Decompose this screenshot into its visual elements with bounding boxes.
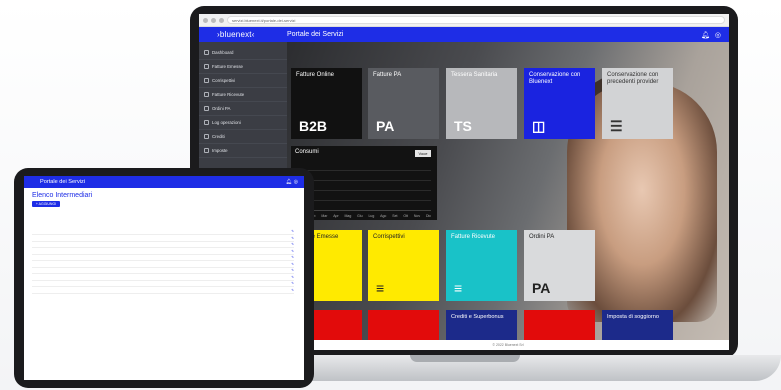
sidebar-item-dashboard[interactable]: Dashboard — [199, 46, 287, 60]
month-label: Mag — [344, 214, 352, 218]
consumi-title: Consumi — [295, 149, 319, 155]
page-title: Portale dei Servizi — [287, 31, 344, 38]
browser-toolbar: servizi.bluenext.it/portale-dei-servizi — [199, 14, 729, 27]
back-icon[interactable] — [203, 17, 208, 23]
document-out-icon: ≡ — [376, 280, 385, 296]
tile-label: Conservazione con Bluenext — [529, 72, 581, 85]
sidebar-item-label: Fatture Emesse — [212, 64, 243, 69]
ts-icon: TS — [454, 118, 472, 134]
inbox-icon — [204, 92, 209, 97]
tile-fatture-online[interactable]: Fatture Online B2B — [291, 68, 362, 139]
sidebar-item-imposte[interactable]: Imposte — [199, 144, 287, 158]
sidebar-item-ordini-pa[interactable]: Ordini PA — [199, 102, 287, 116]
tile-crediti-superbonus[interactable]: Crediti e Superbonus — [446, 310, 517, 340]
tablet-header: Portale dei Servizi 🔔︎ ◎ — [24, 176, 304, 188]
consumi-chart — [297, 162, 431, 211]
sidebar-item-label: Crediti — [212, 134, 225, 139]
month-label: Apr — [333, 214, 339, 218]
dashboard-icon — [204, 50, 209, 55]
footer: © 2022 Bluenext Srl — [287, 340, 729, 350]
document-in-icon: ≡ — [454, 280, 463, 296]
month-label: Set — [392, 214, 398, 218]
month-label: Ago — [380, 214, 387, 218]
intermediari-table: ✎ ✎ ✎ ✎ ✎ ✎ ✎ ✎ ✎ ✎ — [32, 221, 294, 294]
page-description — [24, 207, 304, 217]
tile-row3-b[interactable] — [368, 310, 439, 340]
sidebar-item-label: Imposte — [212, 148, 228, 153]
tile-label: Fatture Ricevute — [451, 234, 496, 240]
tile-label: Fatture Online — [296, 72, 335, 78]
app-header: ›bluenext‹ Portale dei Servizi 🔔︎ ◎ — [199, 27, 729, 42]
tile-fatture-pa[interactable]: Fatture PA PA — [368, 68, 439, 139]
month-label: Nov — [413, 214, 421, 218]
product-showcase: servizi.bluenext.it/portale-dei-servizi … — [0, 0, 781, 390]
tile-fatture-ricevute[interactable]: Fatture Ricevute ≡ — [446, 230, 517, 301]
sidebar-item-label: Log operazioni — [212, 120, 241, 125]
pa-order-icon: PA — [532, 280, 551, 296]
tile-label: Conservazione con precedenti provider — [607, 72, 659, 85]
pa-icon: PA — [376, 118, 395, 134]
month-label: Mar — [321, 214, 328, 218]
sidebar-item-label: Ordini PA — [212, 106, 231, 111]
server-icon: ☰ — [610, 118, 623, 134]
tile-corrispettivi[interactable]: Corrispettivi ≡ — [368, 230, 439, 301]
user-icon[interactable]: ◎ — [715, 31, 721, 39]
tile-conservazione-precedenti[interactable]: Conservazione con precedenti provider ☰ — [602, 68, 673, 139]
tile-ordini-pa[interactable]: Ordini PA PA — [524, 230, 595, 301]
tablet-screen: Portale dei Servizi 🔔︎ ◎ Elenco Intermed… — [24, 176, 304, 380]
sidebar-item-label: Dashboard — [212, 50, 234, 55]
receipt-icon — [204, 78, 209, 83]
b2b-icon: B2B — [299, 118, 328, 134]
tile-row3-d[interactable] — [524, 310, 595, 340]
log-icon — [204, 120, 209, 125]
order-icon — [204, 106, 209, 111]
bell-icon[interactable]: 🔔︎ ◎ — [286, 179, 304, 185]
sidebar-item-fatture-ricevute[interactable]: Fatture Ricevute — [199, 88, 287, 102]
tile-label: Tessera Sanitaria — [451, 72, 498, 78]
sidebar-item-label: Fatture Ricevute — [212, 92, 245, 97]
document-icon — [204, 64, 209, 69]
add-intermediary-button[interactable]: + AGGIUNGI — [32, 201, 60, 207]
sidebar-item-log[interactable]: Log operazioni — [199, 116, 287, 130]
tablet-title: Portale dei Servizi — [40, 179, 86, 185]
tile-label: Ordini PA — [529, 234, 555, 240]
table-row[interactable]: ✎ — [32, 286, 294, 294]
credit-icon — [204, 134, 209, 139]
sidebar-item-crediti[interactable]: Crediti — [199, 130, 287, 144]
month-label: Giu — [357, 214, 363, 218]
laptop-notch — [410, 355, 520, 362]
tile-imposta-soggiorno[interactable]: Imposta di soggiorno — [602, 310, 673, 340]
tile-conservazione-bluenext[interactable]: Conservazione con Bluenext ◫ — [524, 68, 595, 139]
sidebar-item-label: Corrispettivi — [212, 78, 236, 83]
edit-icon[interactable]: ✎ — [32, 286, 294, 294]
page-title: Elenco Intermediari — [32, 192, 93, 199]
archive-icon: ◫ — [532, 118, 546, 134]
tile-label: Corrispettivi — [373, 234, 405, 240]
bell-icon[interactable]: 🔔︎ — [701, 31, 710, 39]
brand-logo[interactable]: ›bluenext‹ — [199, 30, 287, 39]
services-dashboard: Fatture Online B2B Fatture PA PA Tessera S… — [287, 42, 729, 350]
tax-icon — [204, 148, 209, 153]
tile-label: Fatture PA — [373, 72, 402, 78]
tile-tessera-sanitaria[interactable]: Tessera Sanitaria TS — [446, 68, 517, 139]
consumi-filter[interactable]: Voce — [415, 150, 431, 157]
consumi-months: GenFebMarAprMagGiuLugAgoSetOttNovDic — [297, 214, 431, 218]
sidebar-item-corrispettivi[interactable]: Corrispettivi — [199, 74, 287, 88]
forward-icon[interactable] — [211, 17, 216, 23]
month-label: Lug — [368, 214, 375, 218]
reload-icon[interactable] — [219, 17, 224, 23]
sidebar-item-fatture-emesse[interactable]: Fatture Emesse — [199, 60, 287, 74]
month-label: Ott — [403, 214, 409, 218]
address-bar[interactable]: servizi.bluenext.it/portale-dei-servizi — [227, 16, 725, 24]
month-label: Dic — [425, 214, 431, 218]
